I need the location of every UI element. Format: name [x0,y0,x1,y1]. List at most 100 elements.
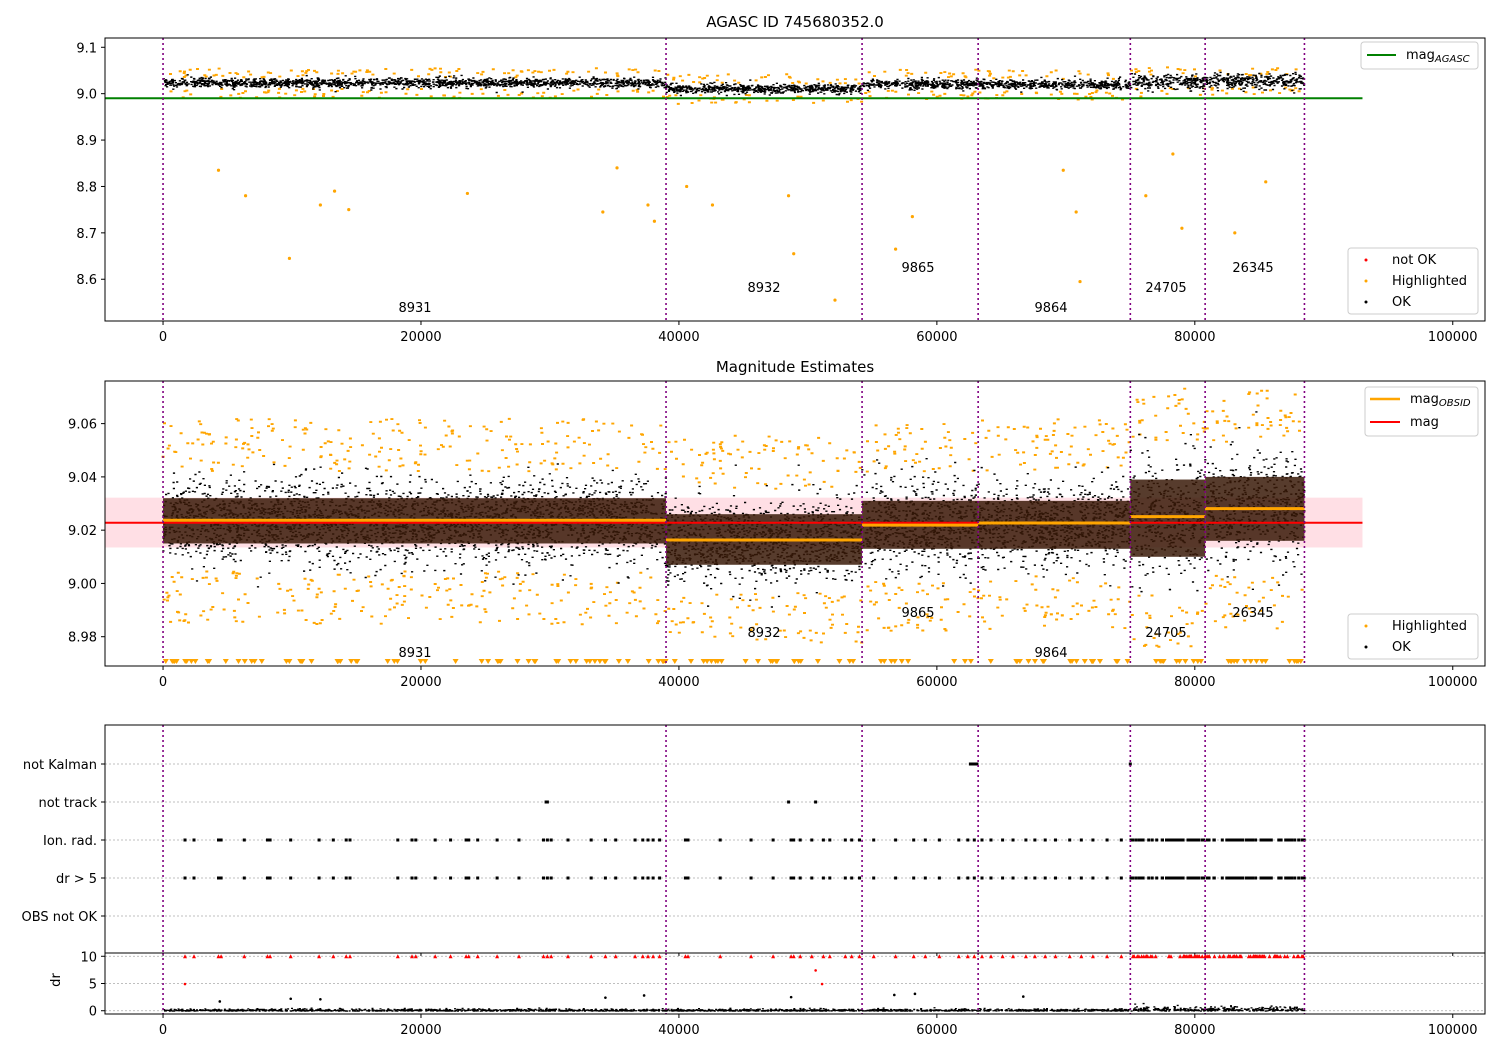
dr-outlier-point [814,969,817,972]
y-tick-label: 9.1 [76,41,97,56]
obsid-label: 24705 [1145,281,1186,296]
legend-marker-highlighted [1364,279,1368,283]
flag-category-label: not track [38,796,97,811]
y-tick-label: 8.9 [76,134,97,149]
y-tick-label: 10 [80,950,97,965]
x-tick-label: 20000 [400,330,441,345]
dr-outlier-point [913,992,917,996]
obs-uncertainty-box [978,500,1131,549]
legend-top-1: magAGASC [1360,41,1479,70]
dr-outlier-point [1021,995,1025,998]
obsid-label: 8932 [747,626,780,641]
highlighted-outlier-point [710,203,715,207]
panel1-title: AGASC ID 745680352.0 [706,13,884,31]
obs-uncertainty-box [1130,479,1206,557]
dr-outlier-point [789,995,793,999]
highlighted-outlier-point [1074,210,1078,214]
x-tick-label: 20000 [400,675,441,690]
x-tick-label: 80000 [1174,1023,1215,1038]
x-tick-label: 60000 [916,675,957,690]
obsid-label: 26345 [1232,606,1273,621]
highlighted-outlier-point [615,166,619,170]
obsid-label: 9864 [1034,301,1067,316]
highlighted-outlier-point [833,298,837,302]
y-tick-label: 8.98 [68,631,97,646]
y-tick-label: 9.06 [68,418,97,433]
x-tick-label: 100000 [1428,1023,1478,1038]
legend-label-highlighted: Highlighted [1392,619,1467,634]
highlighted-outlier-point [786,194,791,198]
figure: AGASC ID 745680352.0 Magnitude Estimates… [0,0,1500,1050]
y-tick-label: 9.00 [68,577,97,592]
y-tick-label: 9.02 [68,524,97,539]
highlighted-outlier-point [1233,231,1237,235]
y-tick-label: 8.8 [76,180,97,195]
x-tick-label: 60000 [916,1023,957,1038]
highlighted-outlier-point [332,189,337,193]
highlighted-outlier-point [287,256,292,260]
highlighted-outlier-point [652,219,657,223]
dr-outlier-point [893,993,896,997]
panel2-title: Magnitude Estimates [716,358,874,376]
highlighted-outlier-point [1171,152,1175,156]
y-tick-label: 8.7 [76,227,97,242]
legend-marker-not-ok [1364,258,1368,262]
dr-outlier-point [642,994,646,997]
highlighted-outlier-point [1144,194,1148,198]
dr-outlier-point [604,996,607,999]
x-tick-label: 100000 [1428,675,1478,690]
dr-outlier-point [218,1000,222,1003]
dr-outlier-point [319,997,322,1001]
y-tick-label: 0 [89,1005,97,1020]
legend-label-ok: OK [1392,295,1411,310]
x-tick-label: 20000 [400,1023,441,1038]
highlighted-outlier-point [910,215,914,219]
y-tick-label: 9.04 [68,471,97,486]
highlighted-outlier-point [1264,180,1268,184]
legend-marker-highlighted [1364,624,1368,628]
legend-label-not-ok: not OK [1392,253,1437,268]
highlighted-outlier-point [893,247,898,251]
highlighted-outlier-point [646,203,650,207]
x-tick-label: 0 [159,1023,167,1038]
legend-label-mag: mag [1410,415,1439,430]
obsid-label: 24705 [1145,626,1186,641]
x-tick-label: 80000 [1174,330,1215,345]
obsid-label: 9864 [1034,646,1067,661]
x-tick-label: 0 [159,330,167,345]
highlighted-outlier-point [1180,226,1184,230]
dr-outlier-point [289,997,293,1001]
flag-category-label: OBS not OK [22,910,98,925]
flag-category-label: Ion. rad. [43,834,97,849]
legend-marker-ok [1364,300,1368,304]
x-tick-label: 40000 [658,675,699,690]
highlighted-outlier-point [465,191,470,196]
y-tick-label: 8.6 [76,273,97,288]
legend-label-highlighted: Highlighted [1392,274,1467,289]
panel4-ylabel: dr [49,973,64,987]
highlighted-outlier-point [318,203,322,207]
x-tick-label: 40000 [658,1023,699,1038]
legend-top-2: magOBSID mag [1364,386,1479,437]
highlighted-outlier-point [1078,279,1082,284]
highlighted-outlier-point [347,208,351,212]
x-tick-label: 0 [159,675,167,690]
highlighted-outlier-point [243,194,248,198]
highlighted-outlier-point [685,184,689,189]
x-tick-label: 100000 [1428,330,1478,345]
legend-marker-ok [1364,645,1368,649]
dr-outlier-point [183,982,187,986]
dr-outlier-point [820,982,824,986]
obsid-label: 8932 [747,281,780,296]
legend-bottom-1: not OK Highlighted OK [1347,247,1479,315]
obsid-label: 8931 [398,646,431,661]
legend-bottom-2: Highlighted OK [1347,613,1479,660]
obsid-label: 9865 [901,261,934,276]
y-tick-label: 5 [89,978,97,993]
highlighted-outlier-point [216,168,221,172]
highlighted-outlier-point [792,252,796,256]
highlighted-outlier-point [601,210,605,214]
flag-category-label: dr > 5 [56,872,97,887]
y-tick-label: 9.0 [76,88,97,103]
x-tick-label: 60000 [916,330,957,345]
